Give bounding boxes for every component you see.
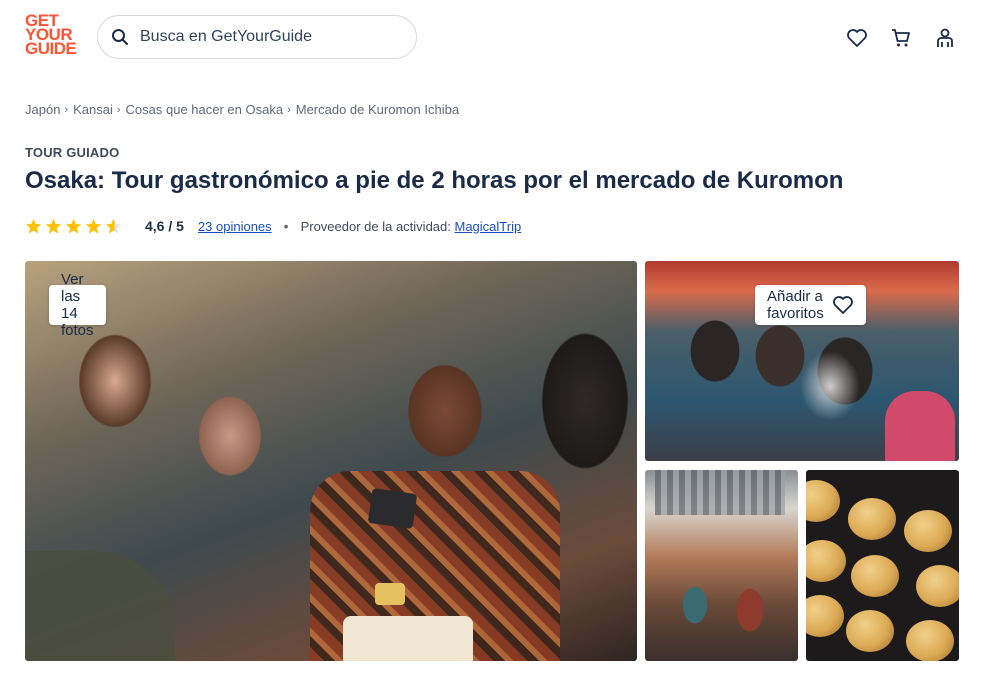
- photo-detail: [851, 555, 899, 597]
- heart-icon: [832, 294, 854, 316]
- favorite-label: Añadir a favoritos: [767, 288, 824, 322]
- heart-icon[interactable]: [845, 26, 869, 50]
- photo-detail: [885, 391, 955, 461]
- photo-detail: [367, 488, 418, 529]
- reviews-link[interactable]: 23 opiniones: [198, 219, 272, 234]
- photo-detail: [25, 551, 175, 661]
- breadcrumb-label[interactable]: Japón: [25, 102, 60, 117]
- search-bar[interactable]: [97, 15, 417, 59]
- rating-score: 4,6 / 5: [145, 218, 184, 234]
- photo-detail: [655, 470, 785, 515]
- photo-detail: [916, 565, 959, 607]
- photo-market-street[interactable]: [645, 470, 798, 661]
- breadcrumb-item-osaka[interactable]: Cosas que hacer en Osaka ›: [126, 102, 296, 117]
- rating-stars: [25, 218, 125, 235]
- logo-line-3: GUIDE: [25, 39, 77, 58]
- chevron-right-icon: ›: [287, 103, 291, 116]
- view-all-photos-button[interactable]: Ver las 14 fotos: [49, 271, 106, 339]
- main-photo[interactable]: [25, 261, 637, 661]
- rating-row: 4,6 / 5 23 opiniones • Proveedor de la a…: [25, 215, 521, 237]
- breadcrumb-item-japon[interactable]: Japón ›: [25, 102, 73, 117]
- photo-detail: [800, 351, 860, 421]
- photo-detail: [906, 620, 954, 661]
- photo-detail: [375, 583, 405, 605]
- photo-detail: [904, 510, 952, 552]
- provider-link[interactable]: MagicalTrip: [455, 219, 522, 234]
- star-icon: [85, 218, 102, 233]
- photo-detail: [806, 595, 844, 637]
- provider-info: Proveedor de la actividad: MagicalTrip: [301, 219, 522, 234]
- half-star-icon: [105, 218, 122, 233]
- search-icon: [110, 27, 130, 47]
- star-icon: [65, 218, 82, 233]
- cart-icon[interactable]: [889, 26, 913, 50]
- star-icon: [45, 218, 62, 233]
- photo-detail: [343, 616, 473, 661]
- getyourguide-logo[interactable]: GET YOUR GUIDE: [25, 12, 85, 58]
- profile-icon[interactable]: [933, 26, 957, 50]
- breadcrumb-label[interactable]: Cosas que hacer en Osaka: [126, 102, 284, 117]
- chevron-right-icon: ›: [116, 103, 121, 116]
- breadcrumb-label[interactable]: Mercado de Kuromon Ichiba: [296, 102, 459, 117]
- add-to-favorites-button[interactable]: Añadir a favoritos: [755, 285, 866, 325]
- chevron-right-icon: ›: [64, 103, 69, 116]
- photo-detail: [806, 480, 840, 522]
- page-title: Osaka: Tour gastronómico a pie de 2 hora…: [25, 167, 844, 194]
- photo-detail: [848, 498, 896, 540]
- provider-label: Proveedor de la actividad:: [300, 218, 451, 234]
- breadcrumb-label[interactable]: Kansai: [73, 102, 113, 117]
- breadcrumb-item-kansai[interactable]: Kansai ›: [73, 102, 125, 117]
- photo-detail: [846, 610, 894, 652]
- star-icon: [25, 218, 42, 233]
- separator-dot: •: [283, 218, 289, 234]
- breadcrumb-item-kuromon[interactable]: Mercado de Kuromon Ichiba: [296, 102, 459, 117]
- photo-detail: [806, 540, 846, 582]
- photo-takoyaki[interactable]: [806, 470, 959, 661]
- breadcrumb: Japón › Kansai › Cosas que hacer en Osaka ›…: [25, 102, 459, 117]
- activity-category: TOUR GUIADO: [25, 145, 120, 160]
- search-input[interactable]: [140, 28, 400, 46]
